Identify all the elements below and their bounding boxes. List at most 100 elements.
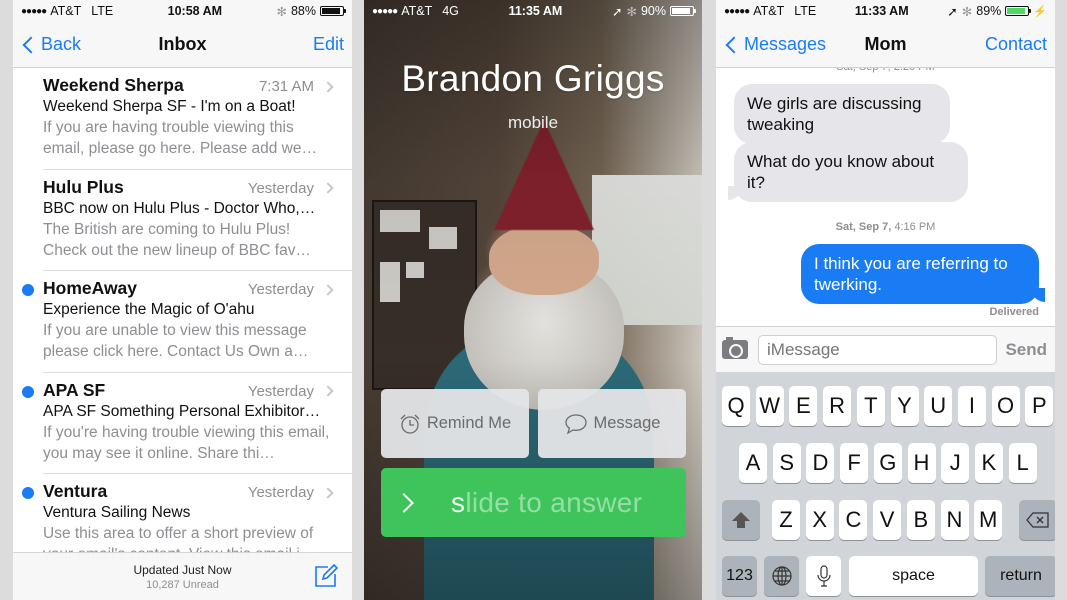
network-type: LTE — [91, 4, 114, 18]
mail-preview: If you are unable to view this message p… — [43, 322, 309, 360]
caller-name: Brandon Griggs — [401, 58, 665, 99]
contact-button[interactable]: Contact — [985, 34, 1047, 55]
key-y[interactable]: Y — [890, 386, 919, 426]
shift-key[interactable] — [722, 500, 760, 540]
key-p[interactable]: P — [1025, 386, 1054, 426]
key-f[interactable]: F — [840, 443, 869, 483]
keyboard-row: ZXCVBNM — [716, 500, 1055, 540]
camera-icon[interactable] — [722, 337, 748, 359]
battery-icon — [670, 6, 696, 16]
chevron-right-icon[interactable] — [394, 492, 414, 513]
bluetooth-icon: ✻ — [626, 4, 637, 19]
mail-sender: HomeAway — [43, 278, 138, 298]
mail-date: Yesterday — [247, 484, 314, 501]
timestamp: Sat, Sep 7, 4:16 PM — [835, 221, 936, 233]
carrier: AT&T — [50, 4, 82, 18]
unread-count: 10,287 Unread — [146, 578, 219, 591]
message-thread: Sat, Sep 7, 2:20 PM We girls are discuss… — [716, 68, 1055, 326]
timestamp: Sat, Sep 7, 2:20 PM — [716, 68, 1055, 73]
messages-conversation-screen: ●●●●● AT&T LTE 11:33 AM ➚ ✻ 89% ⚡ Messag… — [716, 0, 1055, 600]
key-e[interactable]: E — [789, 386, 818, 426]
return-key[interactable]: return — [985, 556, 1055, 596]
slide-to-answer-label: slide to answer — [451, 486, 643, 518]
compose-icon[interactable] — [314, 564, 338, 588]
message-input-bar: Send — [716, 326, 1055, 372]
mail-subject: Ventura Sailing News — [43, 504, 191, 521]
chevron-right-icon — [322, 385, 334, 397]
outgoing-message-bubble: I think you are referring to twerking. — [801, 244, 1039, 304]
battery-icon — [319, 6, 346, 16]
mail-list: Weekend Sherpa 7:31 AM Weekend Sherpa SF… — [13, 68, 352, 576]
mail-item[interactable]: APA SF Yesterday APA SF Something Person… — [13, 373, 352, 475]
key-i[interactable]: I — [957, 386, 986, 426]
keyboard-row: 123 space return — [716, 556, 1055, 596]
shift-arrow-icon — [732, 512, 750, 528]
key-g[interactable]: G — [873, 443, 902, 483]
status-bar: ●●●●● AT&T 4G 11:35 AM ➚ ✻ 90% — [364, 0, 702, 22]
edit-button[interactable]: Edit — [313, 34, 344, 55]
key-l[interactable]: L — [1008, 443, 1037, 483]
key-v[interactable]: V — [873, 500, 902, 540]
key-o[interactable]: O — [991, 386, 1020, 426]
incoming-call-screen: ●●●●● AT&T 4G 11:35 AM ➚ ✻ 90% Brandon G… — [364, 0, 702, 600]
key-r[interactable]: R — [823, 386, 852, 426]
mail-preview: The British are coming to Hulu Plus! Che… — [43, 220, 311, 259]
clock: 11:33 AM — [854, 4, 909, 18]
mail-sender: Hulu Plus — [43, 176, 124, 197]
imessage-input[interactable] — [758, 334, 998, 365]
message-button[interactable]: Message — [538, 389, 686, 458]
back-to-messages-button[interactable]: Messages — [724, 34, 826, 55]
numbers-key[interactable]: 123 — [722, 556, 757, 596]
key-x[interactable]: X — [805, 500, 834, 540]
mail-item[interactable]: HomeAway Yesterday Experience the Magic … — [13, 271, 352, 373]
remind-me-button[interactable]: Remind Me — [381, 389, 529, 458]
dictation-key[interactable] — [806, 556, 841, 596]
key-u[interactable]: U — [924, 386, 953, 426]
back-button[interactable]: Back — [21, 34, 81, 55]
bubble-tail — [1031, 288, 1045, 302]
mail-toolbar: Updated Just Now 10,287 Unread — [13, 552, 352, 600]
delivered-status: Delivered — [989, 306, 1039, 318]
message-label: Message — [593, 414, 661, 432]
chevron-right-icon — [322, 80, 334, 93]
key-j[interactable]: J — [941, 443, 970, 483]
space-key[interactable]: space — [849, 556, 978, 596]
chevron-left-icon — [725, 36, 743, 53]
mail-inbox-screen: ●●●●● AT&T LTE 10:58 AM ✻ 88% Back Inbox… — [13, 0, 352, 600]
key-a[interactable]: A — [739, 443, 767, 483]
unread-indicator-icon — [22, 487, 34, 499]
key-k[interactable]: K — [974, 443, 1003, 483]
mail-subject: Experience the Magic of O'ahu — [43, 301, 255, 318]
location-icon: ➚ — [947, 4, 958, 19]
chevron-right-icon — [322, 486, 334, 499]
mail-date: Yesterday — [247, 179, 314, 197]
unread-indicator-icon — [22, 385, 34, 398]
mail-preview: If you're having trouble viewing this em… — [43, 423, 330, 462]
back-label: Back — [41, 34, 82, 54]
key-w[interactable]: W — [755, 386, 784, 426]
key-t[interactable]: T — [856, 386, 885, 426]
key-h[interactable]: H — [907, 443, 936, 483]
mail-item[interactable]: Hulu Plus Yesterday BBC now on Hulu Plus… — [13, 170, 352, 272]
location-icon: ➚ — [612, 4, 623, 19]
mail-item[interactable]: Weekend Sherpa 7:31 AM Weekend Sherpa SF… — [13, 68, 352, 170]
carrier: AT&T — [401, 4, 433, 18]
speech-bubble-icon — [564, 413, 587, 434]
key-z[interactable]: Z — [772, 500, 800, 540]
key-m[interactable]: M — [974, 500, 1003, 540]
key-d[interactable]: D — [806, 443, 835, 483]
delete-key[interactable] — [1019, 500, 1055, 540]
send-button[interactable]: Send — [1005, 340, 1047, 360]
microphone-icon — [816, 565, 831, 587]
key-q[interactable]: Q — [722, 386, 750, 426]
mail-date: Yesterday — [247, 281, 314, 298]
globe-key[interactable] — [764, 556, 799, 596]
key-c[interactable]: C — [839, 500, 868, 540]
key-b[interactable]: B — [906, 500, 935, 540]
slide-to-answer-slider[interactable]: slide to answer — [381, 468, 686, 537]
bluetooth-icon: ✻ — [276, 4, 287, 19]
carrier: AT&T — [753, 4, 785, 18]
key-s[interactable]: S — [772, 443, 801, 483]
key-n[interactable]: N — [940, 500, 969, 540]
battery-percent: 88% — [290, 4, 316, 18]
